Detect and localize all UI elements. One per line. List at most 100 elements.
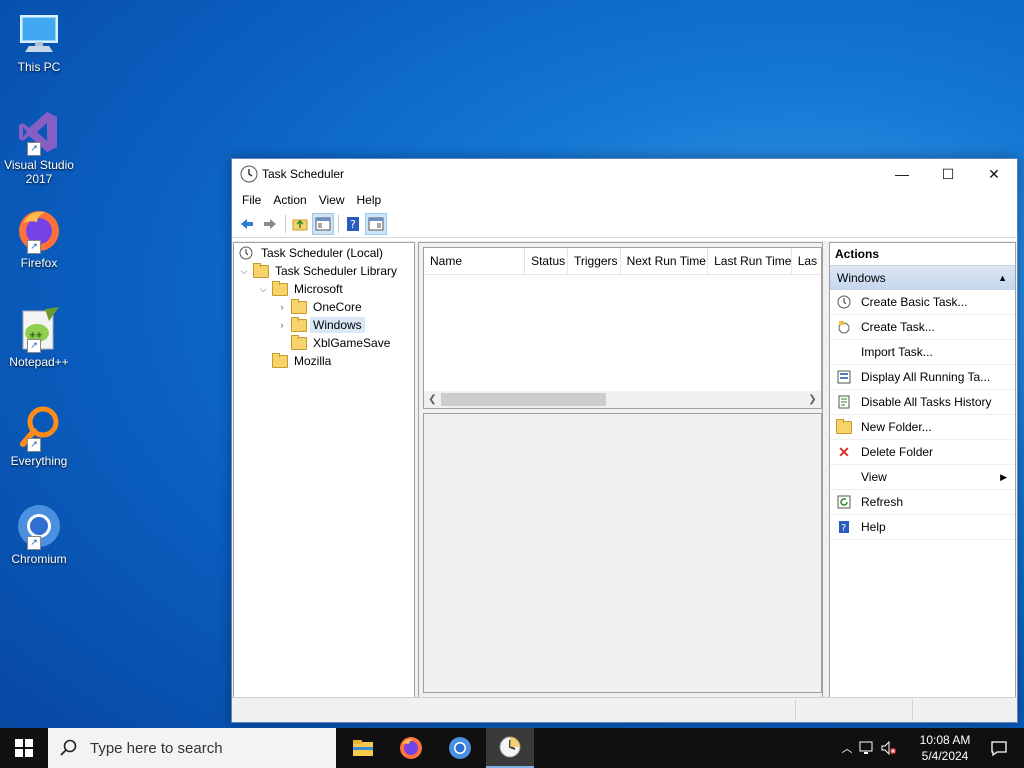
actions-group-label: Windows bbox=[837, 271, 886, 285]
tree-item-label: Task Scheduler (Local) bbox=[261, 246, 384, 260]
desktop-icon-notepad-plus-plus[interactable]: ++ ↗ Notepad++ bbox=[0, 305, 78, 369]
tree-item-onecore[interactable]: › OneCore bbox=[276, 298, 365, 316]
toolbar-separator bbox=[338, 215, 339, 233]
column-status[interactable]: Status bbox=[525, 248, 568, 274]
scroll-left-icon[interactable]: ❮ bbox=[424, 394, 441, 405]
action-display-running[interactable]: Display All Running Ta... bbox=[830, 365, 1015, 390]
tree-item-windows[interactable]: › Windows bbox=[276, 316, 365, 334]
column-triggers[interactable]: Triggers bbox=[568, 248, 621, 274]
column-last-run-result[interactable]: Las bbox=[792, 248, 821, 274]
action-create-task[interactable]: Create Task... bbox=[830, 315, 1015, 340]
firefox-icon: ↗ bbox=[15, 206, 63, 254]
status-bar-divider bbox=[795, 700, 796, 720]
show-hide-console-tree-icon[interactable] bbox=[312, 213, 334, 235]
display-running-icon bbox=[836, 369, 852, 385]
desktop-icon-label: Notepad++ bbox=[9, 355, 69, 369]
folder-icon bbox=[291, 298, 307, 314]
shortcut-arrow-icon: ↗ bbox=[27, 142, 41, 156]
back-arrow-icon[interactable] bbox=[236, 213, 258, 235]
svg-text:?: ? bbox=[841, 523, 846, 534]
desktop-icon-firefox[interactable]: ↗ Firefox bbox=[0, 206, 78, 270]
menu-help[interactable]: Help bbox=[351, 193, 388, 207]
tree-item-library[interactable]: ⌵ Task Scheduler Library bbox=[238, 262, 400, 280]
action-disable-history[interactable]: Disable All Tasks History bbox=[830, 390, 1015, 415]
column-name[interactable]: Name bbox=[424, 248, 526, 274]
task-list[interactable]: Name Status Triggers Next Run Time Last … bbox=[423, 247, 822, 409]
clock-icon bbox=[239, 246, 255, 260]
folder-icon bbox=[291, 316, 307, 332]
svg-text:?: ? bbox=[350, 218, 356, 231]
minimize-button[interactable]: — bbox=[879, 159, 925, 189]
scroll-right-icon[interactable]: ❯ bbox=[804, 394, 821, 405]
notification-center-icon[interactable] bbox=[982, 728, 1016, 768]
menu-action[interactable]: Action bbox=[267, 193, 312, 207]
network-icon[interactable] bbox=[856, 741, 878, 755]
action-new-folder[interactable]: New Folder... bbox=[830, 415, 1015, 440]
menu-view[interactable]: View bbox=[313, 193, 351, 207]
taskbar-search-box[interactable]: Type here to search bbox=[48, 728, 336, 768]
action-label: Display All Running Ta... bbox=[861, 370, 991, 384]
desktop-icon-visual-studio[interactable]: ↗ Visual Studio 2017 bbox=[0, 108, 78, 186]
desktop-icon-everything[interactable]: ↗ Everything bbox=[0, 404, 78, 468]
tree-item-root[interactable]: Task Scheduler (Local) bbox=[236, 244, 386, 262]
action-help[interactable]: ? Help bbox=[830, 515, 1015, 540]
chevron-right-icon[interactable]: › bbox=[276, 320, 288, 330]
folder-icon bbox=[272, 280, 288, 296]
actions-title: Actions bbox=[830, 243, 1015, 266]
maximize-button[interactable]: ☐ bbox=[925, 159, 971, 189]
chevron-down-icon[interactable]: ⌵ bbox=[238, 266, 250, 277]
task-list-header: Name Status Triggers Next Run Time Last … bbox=[424, 248, 821, 275]
task-scheduler-icon[interactable] bbox=[486, 728, 534, 768]
action-label: Create Basic Task... bbox=[861, 295, 968, 309]
collapse-up-icon[interactable]: ▲ bbox=[998, 266, 1007, 290]
action-view[interactable]: View ▶ bbox=[830, 465, 1015, 490]
console-tree: Task Scheduler (Local) ⌵ Task Scheduler … bbox=[233, 242, 415, 698]
column-next-run-time[interactable]: Next Run Time bbox=[621, 248, 709, 274]
action-label: Refresh bbox=[861, 495, 904, 509]
content-area: Task Scheduler (Local) ⌵ Task Scheduler … bbox=[232, 241, 1017, 698]
volume-muted-icon[interactable] bbox=[878, 741, 900, 755]
chevron-down-icon[interactable]: ⌵ bbox=[257, 284, 269, 295]
tree-item-microsoft[interactable]: ⌵ Microsoft bbox=[257, 280, 346, 298]
desktop-icon-this-pc[interactable]: This PC bbox=[0, 10, 78, 74]
shortcut-arrow-icon: ↗ bbox=[27, 240, 41, 254]
close-button[interactable]: ✕ bbox=[971, 159, 1017, 189]
scroll-thumb[interactable] bbox=[441, 393, 606, 406]
clock-time: 10:08 AM bbox=[919, 733, 971, 747]
horizontal-scrollbar[interactable]: ❮ ❯ bbox=[424, 391, 821, 408]
scroll-track[interactable] bbox=[441, 392, 804, 407]
actions-group-windows[interactable]: Windows ▲ bbox=[830, 266, 1015, 290]
submenu-arrow-icon: ▶ bbox=[1000, 471, 1007, 482]
tree-item-mozilla[interactable]: Mozilla bbox=[257, 352, 334, 370]
firefox-icon[interactable] bbox=[388, 728, 434, 768]
forward-arrow-icon[interactable] bbox=[259, 213, 281, 235]
desktop-icon-chromium[interactable]: ↗ Chromium bbox=[0, 502, 78, 566]
action-import-task[interactable]: Import Task... bbox=[830, 340, 1015, 365]
action-delete-folder[interactable]: ✕ Delete Folder bbox=[830, 440, 1015, 465]
show-hidden-icons-chevron-icon[interactable]: ︿ bbox=[838, 740, 856, 756]
up-folder-icon[interactable] bbox=[289, 213, 311, 235]
title-bar[interactable]: Task Scheduler — ☐ ✕ bbox=[232, 159, 1017, 189]
status-bar bbox=[232, 697, 1017, 722]
new-folder-icon bbox=[836, 418, 852, 435]
desktop-icon-label: Chromium bbox=[11, 552, 67, 566]
this-pc-icon bbox=[15, 10, 63, 58]
desktop-icon-label: Visual Studio bbox=[4, 158, 74, 172]
action-create-basic-task[interactable]: Create Basic Task... bbox=[830, 290, 1015, 315]
action-refresh[interactable]: Refresh bbox=[830, 490, 1015, 515]
center-pane: Name Status Triggers Next Run Time Last … bbox=[418, 242, 823, 698]
desktop-icon-label-line2: 2017 bbox=[25, 172, 53, 186]
tree-item-label: Mozilla bbox=[294, 354, 332, 368]
start-button[interactable] bbox=[0, 728, 48, 768]
chromium-icon[interactable] bbox=[437, 728, 483, 768]
column-last-run-time[interactable]: Last Run Time bbox=[708, 248, 792, 274]
shortcut-arrow-icon: ↗ bbox=[27, 339, 41, 353]
chevron-right-icon[interactable]: › bbox=[276, 302, 288, 312]
taskbar-clock[interactable]: 10:08 AM 5/4/2024 bbox=[910, 732, 980, 764]
file-explorer-icon[interactable] bbox=[340, 728, 386, 768]
help-icon[interactable]: ? bbox=[342, 213, 364, 235]
menu-file[interactable]: File bbox=[236, 193, 267, 207]
show-hide-action-pane-icon[interactable] bbox=[365, 213, 387, 235]
action-label: View bbox=[861, 470, 887, 484]
tree-item-xblgamesave[interactable]: XblGameSave bbox=[276, 334, 393, 352]
